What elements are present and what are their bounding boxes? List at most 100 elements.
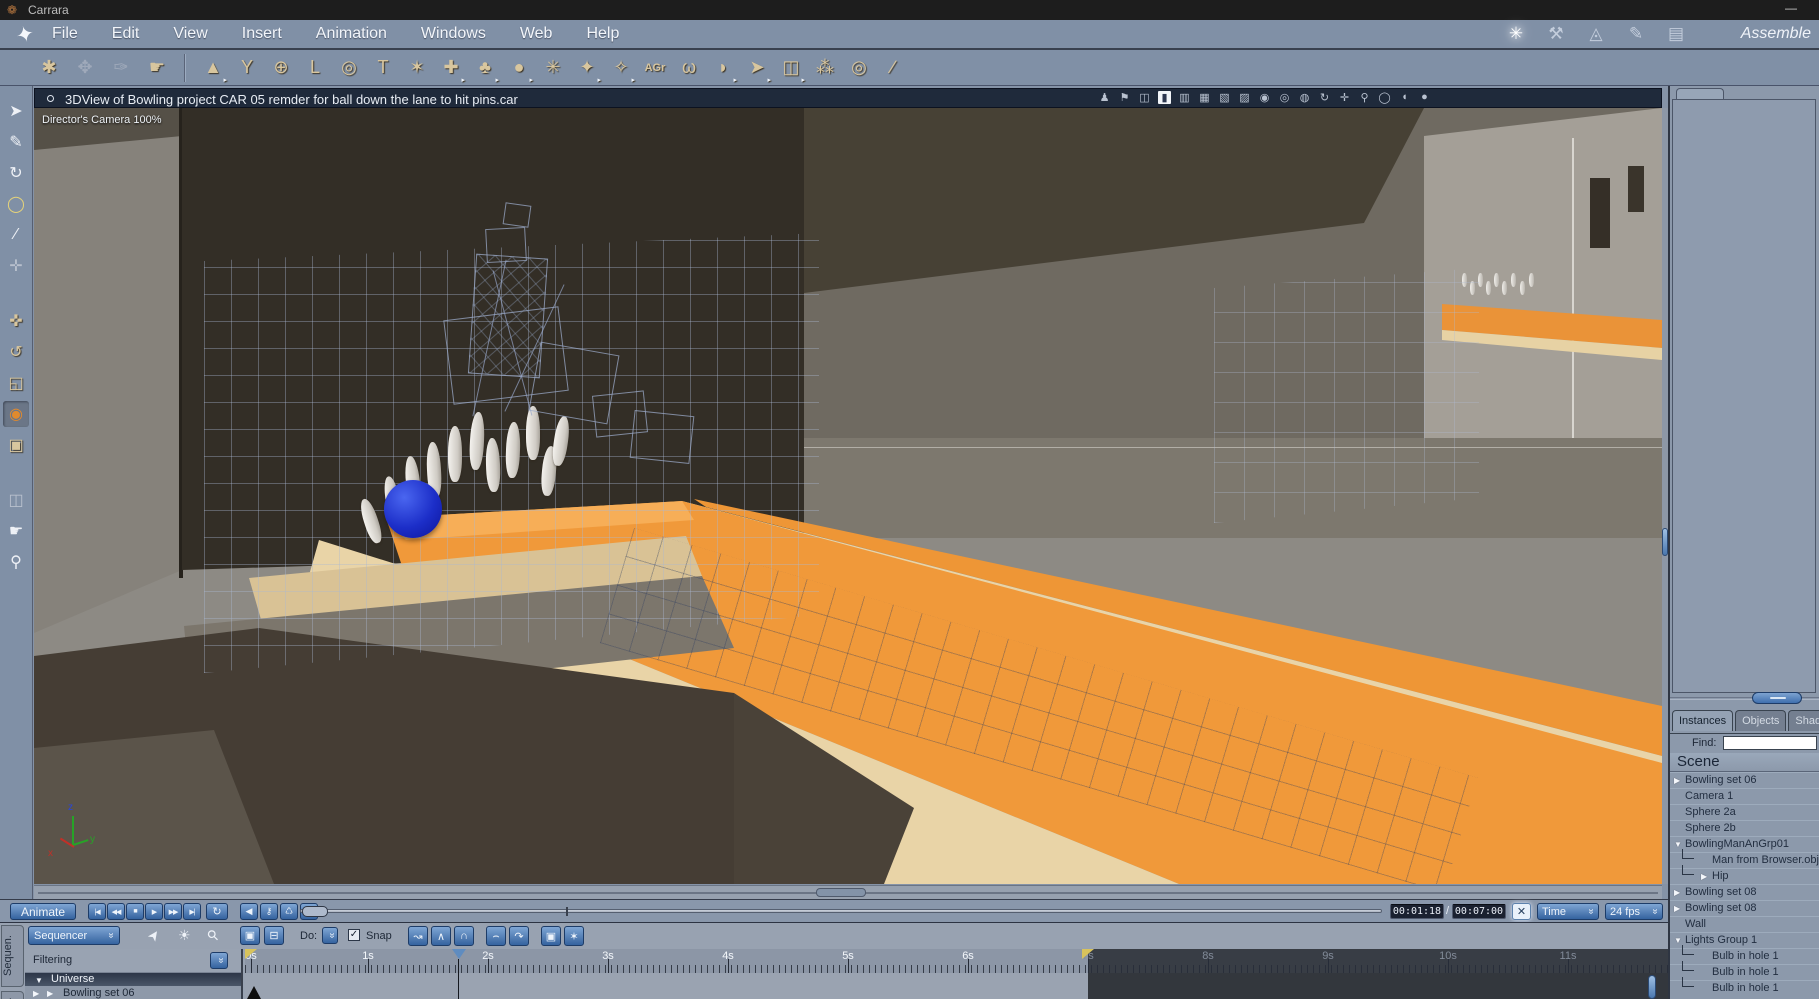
- tweener-curve-icon[interactable]: ↷: [509, 926, 529, 946]
- viewport-3d[interactable]: z y x Director's Camera 100%: [34, 108, 1662, 884]
- tree-row[interactable]: Camera 1: [1670, 788, 1819, 804]
- range-start-marker[interactable]: [245, 949, 257, 959]
- rotate-view-tool-icon[interactable]: ↻: [3, 160, 29, 186]
- tab-objects[interactable]: Objects: [1735, 710, 1787, 731]
- fil tering-row[interactable]: Filtering »: [25, 949, 241, 973]
- layout-4pane-icon[interactable]: ▦: [1198, 91, 1211, 104]
- loop-button[interactable]: ↻: [206, 903, 228, 920]
- keyframe-marker[interactable]: [247, 986, 261, 999]
- tree-row[interactable]: ▶ Bowling set 08: [1670, 884, 1819, 900]
- pan-view-icon[interactable]: ✛: [1338, 91, 1351, 104]
- menu-help[interactable]: Help: [586, 25, 619, 43]
- camera-icon[interactable]: ◫ ▸: [776, 53, 806, 84]
- shaded-sphere-icon[interactable]: ◉: [1258, 91, 1271, 104]
- go-start-button[interactable]: |◀: [88, 903, 106, 920]
- hierarchy-icon[interactable]: ⁂: [810, 53, 840, 83]
- menu-web[interactable]: Web: [520, 25, 553, 43]
- layout-3pane-icon[interactable]: ▧: [1218, 91, 1231, 104]
- draw-tool-icon[interactable]: ✎: [3, 129, 29, 155]
- scale-toggle-button[interactable]: ▣: [240, 926, 260, 945]
- rotate-object-tool-icon[interactable]: ↺: [3, 339, 29, 365]
- plant-icon[interactable]: ✳: [538, 53, 568, 83]
- layout-2pane-icon[interactable]: ▥: [1178, 91, 1191, 104]
- align-tool-icon[interactable]: ▣: [3, 432, 29, 458]
- sphere-grid-icon[interactable]: ⊕: [266, 53, 296, 83]
- minimize-button[interactable]: —: [1785, 1, 1797, 15]
- time-slider-thumb[interactable]: [302, 906, 328, 917]
- globe-icon[interactable]: ◯: [1378, 91, 1391, 104]
- magnifier-icon[interactable]: ⚲: [203, 926, 222, 945]
- text-tool-icon[interactable]: T: [368, 53, 398, 83]
- cancel-render-button[interactable]: ✕: [1512, 903, 1531, 920]
- tree-icon[interactable]: ♣ ▸: [470, 53, 500, 84]
- playhead-marker[interactable]: [452, 949, 466, 959]
- expand-triangle-icon[interactable]: ▶: [1674, 773, 1685, 788]
- tree-row[interactable]: ▶ Bowling set 08: [1670, 900, 1819, 916]
- frame-back-button[interactable]: ◀◀: [107, 903, 125, 920]
- bone-icon[interactable]: ∕: [878, 53, 908, 83]
- delete-key-button[interactable]: ♺: [280, 903, 298, 920]
- tweener-smooth-icon[interactable]: ∩: [454, 926, 474, 946]
- filtering-dropdown-button[interactable]: »: [210, 952, 228, 969]
- current-time-field[interactable]: 00:01:18: [1390, 904, 1444, 919]
- target-icon[interactable]: ◎: [844, 53, 874, 83]
- sequencer-mode-dropdown[interactable]: Sequencer »: [28, 926, 120, 945]
- particle-sphere-icon[interactable]: ✶: [402, 53, 432, 83]
- tweener-burst-icon[interactable]: ✶: [564, 926, 584, 946]
- expand-triangle-icon[interactable]: ▶: [47, 989, 53, 998]
- browser-area[interactable]: [1672, 99, 1816, 693]
- tree-row[interactable]: Bulb in hole 1: [1670, 977, 1819, 996]
- uv-edit-icon[interactable]: ◬: [1583, 22, 1609, 46]
- tweener-arc-icon[interactable]: ⌢: [486, 926, 506, 946]
- time-slider[interactable]: [300, 909, 1382, 913]
- time-mode-dropdown[interactable]: Time »: [1537, 903, 1599, 920]
- stop-button[interactable]: ■: [126, 903, 144, 920]
- browser-vertical-tab[interactable]: ws.: [1, 991, 24, 999]
- glass-icon[interactable]: Y: [232, 53, 262, 83]
- tab-shaders[interactable]: Shaders: [1788, 710, 1819, 731]
- tree-row[interactable]: Wall: [1670, 916, 1819, 932]
- plane-flag-icon[interactable]: ⚑: [1118, 91, 1131, 104]
- sequencer-v-scroll-thumb[interactable]: [1648, 975, 1656, 999]
- play-button[interactable]: ▶: [145, 903, 163, 920]
- render-film-icon[interactable]: ▤: [1663, 22, 1689, 46]
- tube-icon[interactable]: L: [300, 53, 330, 83]
- spiral-icon[interactable]: ◎: [334, 53, 364, 83]
- particles-icon[interactable]: ✦ ▸: [572, 53, 602, 84]
- total-time-field[interactable]: 00:07:00: [1452, 904, 1506, 919]
- film-camera-icon[interactable]: ◫: [1138, 91, 1151, 104]
- select-tool-icon[interactable]: ➤: [3, 98, 29, 124]
- sequencer-vertical-tab[interactable]: Sequen.: [1, 925, 24, 987]
- view-titlebar[interactable]: 3DView of Bowling project CAR 05 remder …: [34, 88, 1662, 108]
- menu-edit[interactable]: Edit: [112, 25, 140, 43]
- find-input[interactable]: [1723, 736, 1817, 750]
- shadow-sphere-icon[interactable]: ●: [1418, 91, 1431, 104]
- zoom-view-icon[interactable]: ⚲: [1358, 91, 1371, 104]
- fire-icon[interactable]: ✧ ▸: [606, 53, 636, 84]
- expand-triangle-icon[interactable]: ▶: [33, 989, 39, 998]
- scale-tool-icon[interactable]: ◱: [3, 370, 29, 396]
- expand-triangle-icon[interactable]: ▶: [1701, 869, 1712, 884]
- rotate-view-icon[interactable]: ↻: [1318, 91, 1331, 104]
- tab-instances[interactable]: Instances: [1672, 710, 1734, 731]
- camera-dolly-tool-icon[interactable]: ◫: [3, 487, 29, 513]
- do-dropdown-button[interactable]: »: [322, 927, 338, 944]
- render-preview-icon[interactable]: ♟: [1098, 91, 1111, 104]
- rock-icon[interactable]: ● ▸: [504, 53, 534, 84]
- texture-brush-icon[interactable]: ✎: [1623, 22, 1649, 46]
- tree-row[interactable]: Sphere 2a: [1670, 804, 1819, 820]
- hand-tool-icon[interactable]: ☛: [3, 518, 29, 544]
- wire-sphere-icon[interactable]: ◍: [1298, 91, 1311, 104]
- add-key-button[interactable]: ⚷: [260, 903, 278, 920]
- go-end-button[interactable]: ▶|: [183, 903, 201, 920]
- wrench-tool-icon[interactable]: ✛: [3, 253, 29, 279]
- animate-button[interactable]: Animate: [10, 903, 76, 920]
- viewport-h-scrollbar[interactable]: [34, 885, 1662, 899]
- menu-file[interactable]: File: [52, 25, 78, 43]
- light-icon[interactable]: ☀: [178, 927, 191, 944]
- arrow-icon[interactable]: ➤ ▸: [742, 53, 772, 84]
- h-scroll-thumb[interactable]: [816, 888, 866, 897]
- menu-windows[interactable]: Windows: [421, 25, 486, 43]
- halfsphere-icon[interactable]: ◖: [1398, 91, 1411, 104]
- tweener-linear-icon[interactable]: ∧: [431, 926, 451, 946]
